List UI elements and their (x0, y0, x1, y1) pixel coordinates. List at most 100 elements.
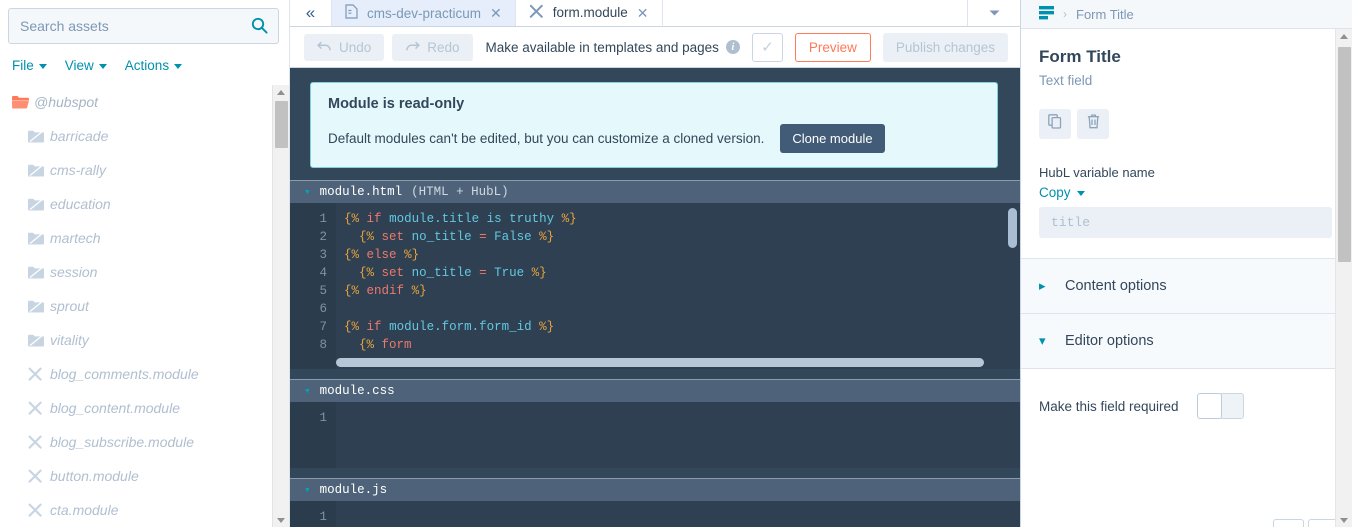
info-icon[interactable]: i (725, 40, 740, 55)
pane-header-module-js[interactable]: ▾ module.js (290, 478, 1020, 502)
partial-control-below-fold[interactable] (1273, 519, 1339, 527)
tree-item-button-module[interactable]: button.module (0, 459, 289, 493)
line-number-gutter: 1 (290, 402, 336, 469)
scroll-down-arrow-icon[interactable] (1336, 513, 1352, 527)
inspector-scrollbar[interactable] (1335, 29, 1352, 527)
code-body-module-html[interactable]: 1 2 3 4 5 6 7 8 {% if module.title is tr… (290, 203, 1020, 370)
chevron-right-icon: ▸ (1039, 278, 1046, 293)
module-icon (28, 401, 50, 416)
menu-file-label: File (12, 58, 34, 73)
undo-arrow-icon (317, 40, 332, 55)
section-label: Editor options (1065, 333, 1154, 349)
sidebar-scrollbar-thumb[interactable] (275, 101, 288, 148)
tree-item-label: vitality (50, 332, 89, 348)
tab-overflow-chevron-down-icon[interactable] (968, 0, 1020, 26)
breadcrumb-separator: › (1063, 7, 1067, 21)
search-box[interactable] (8, 8, 279, 44)
undo-label: Undo (339, 39, 372, 55)
copy-dropdown[interactable]: Copy (1039, 185, 1332, 200)
tree-item-label: @hubspot (34, 94, 99, 110)
pane-title: module.js (319, 483, 388, 498)
chevron-down-icon[interactable]: ▾ (304, 483, 311, 497)
toolbar-right-group: Make available in templates and pages i … (485, 32, 1008, 62)
menu-file[interactable]: File (12, 58, 47, 73)
menu-view[interactable]: View (65, 58, 107, 73)
inspector-scrollbar-thumb[interactable] (1338, 47, 1351, 262)
section-editor-options[interactable]: ▾ Editor options (1021, 314, 1352, 369)
pane-header-module-css[interactable]: ▾ module.css (290, 379, 1020, 403)
module-fields-icon[interactable] (1039, 5, 1054, 23)
code-content[interactable] (336, 501, 1020, 527)
sidebar-scrollbar[interactable] (272, 85, 289, 527)
menu-actions-label: Actions (124, 58, 170, 73)
code-body-module-js[interactable]: 1 (290, 501, 1020, 527)
tree-item-label: education (50, 196, 111, 212)
tree-item-barricade[interactable]: barricade (0, 119, 289, 153)
tab-cms-dev-practicum[interactable]: cms-dev-practicum ✕ (332, 0, 516, 27)
collapse-sidebar-icon[interactable]: « (290, 0, 332, 27)
chevron-down-icon[interactable]: ▾ (304, 185, 311, 199)
scroll-down-arrow-icon[interactable] (273, 513, 289, 527)
close-icon[interactable]: ✕ (637, 6, 649, 20)
field-inspector-panel: › Form Title Form Title Text field HubL … (1020, 0, 1352, 527)
section-content-options[interactable]: ▸ Content options (1021, 259, 1352, 314)
folder-icon (28, 198, 50, 211)
pane-title-suffix: (HTML + HubL) (411, 185, 509, 200)
section-label: Content options (1065, 278, 1167, 294)
tree-item-blog-comments-module[interactable]: blog_comments.module (0, 357, 289, 391)
check-icon: ✓ (761, 39, 774, 57)
tree-item-label: blog_subscribe.module (50, 434, 194, 450)
availability-label: Make available in templates and pages (485, 39, 719, 55)
tab-form-module[interactable]: form.module ✕ (515, 0, 663, 27)
scroll-up-arrow-icon[interactable] (273, 85, 289, 99)
undo-button[interactable]: Undo (304, 33, 385, 61)
tree-item-session[interactable]: session (0, 255, 289, 289)
copy-field-button[interactable] (1039, 109, 1071, 139)
redo-button[interactable]: Redo (392, 33, 473, 61)
breadcrumb-label[interactable]: Form Title (1076, 7, 1134, 22)
tree-item-hubspot[interactable]: @hubspot (0, 85, 289, 119)
line-number-gutter: 1 (290, 501, 336, 527)
code-body-module-css[interactable]: 1 (290, 402, 1020, 469)
publish-changes-button[interactable]: Publish changes (882, 32, 1008, 62)
tree-item-label: blog_comments.module (50, 366, 199, 382)
tree-item-martech[interactable]: martech (0, 221, 289, 255)
code-content[interactable] (336, 402, 1020, 468)
menu-actions[interactable]: Actions (124, 58, 183, 73)
module-icon (28, 503, 50, 518)
scroll-up-arrow-icon[interactable] (1336, 29, 1352, 43)
code-horizontal-scrollbar[interactable] (336, 358, 984, 368)
line-number: 7 (319, 320, 327, 335)
tree-item-label: session (50, 264, 98, 280)
line-number: 1 (319, 510, 327, 525)
asset-tree: @hubspot barricade cms-rally education m… (0, 83, 289, 527)
tree-item-sprout[interactable]: sprout (0, 289, 289, 323)
inspector-accordion: ▸ Content options ▾ Editor options (1021, 258, 1352, 369)
pane-header-module-html[interactable]: ▾ module.html (HTML + HubL) (290, 180, 1020, 204)
toggle-track (1218, 393, 1244, 419)
availability-checkbox[interactable]: ✓ (751, 32, 783, 62)
tree-item-vitality[interactable]: vitality (0, 323, 289, 357)
tree-item-cms-rally[interactable]: cms-rally (0, 153, 289, 187)
code-content[interactable]: {% if module.title is truthy %} {% set n… (336, 203, 1020, 369)
tree-item-cta-module[interactable]: cta.module (0, 493, 289, 527)
required-field-label: Make this field required (1039, 398, 1179, 414)
clone-module-button[interactable]: Clone module (780, 124, 885, 154)
chevron-down-icon[interactable]: ▾ (304, 384, 311, 398)
delete-field-button[interactable] (1077, 109, 1109, 139)
close-icon[interactable]: ✕ (490, 6, 502, 20)
module-icon (28, 469, 50, 484)
required-field-toggle[interactable] (1196, 393, 1244, 419)
tree-item-blog-content-module[interactable]: blog_content.module (0, 391, 289, 425)
tree-item-education[interactable]: education (0, 187, 289, 221)
search-icon[interactable] (251, 17, 268, 39)
search-input[interactable] (9, 9, 278, 43)
toggle-knob (1196, 393, 1222, 419)
code-vertical-scrollbar[interactable] (1008, 208, 1017, 249)
tree-item-blog-subscribe-module[interactable]: blog_subscribe.module (0, 425, 289, 459)
module-icon (28, 435, 50, 450)
preview-button[interactable]: Preview (794, 32, 871, 62)
hubl-variable-input[interactable]: title (1039, 207, 1332, 238)
caret-down-icon (98, 64, 107, 69)
